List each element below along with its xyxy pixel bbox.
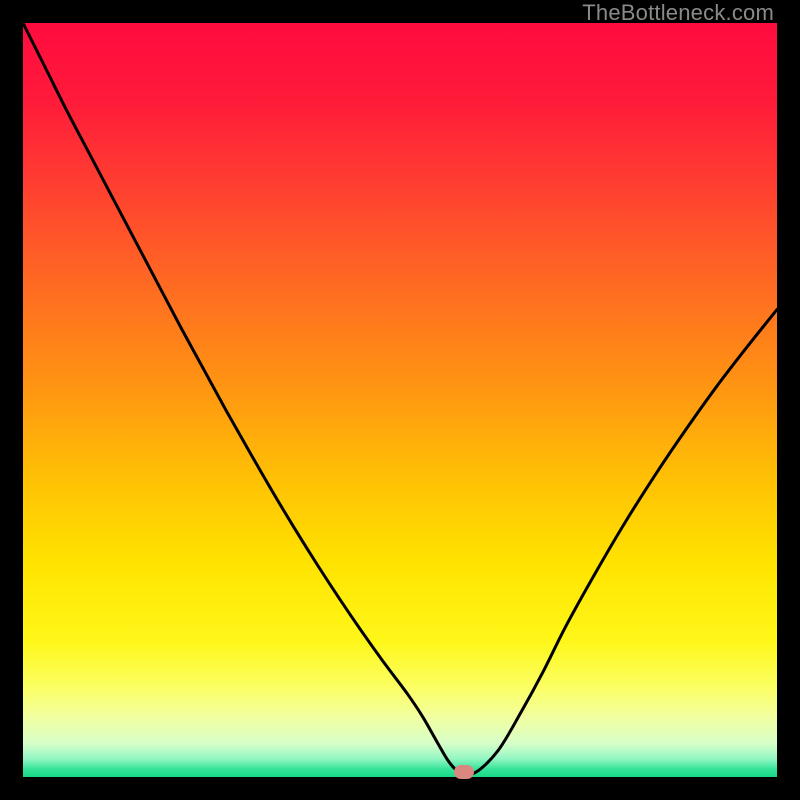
plot-area [23, 23, 777, 777]
optimal-point-marker [454, 765, 474, 779]
chart-frame: TheBottleneck.com [0, 0, 800, 800]
bottleneck-curve [23, 23, 777, 777]
